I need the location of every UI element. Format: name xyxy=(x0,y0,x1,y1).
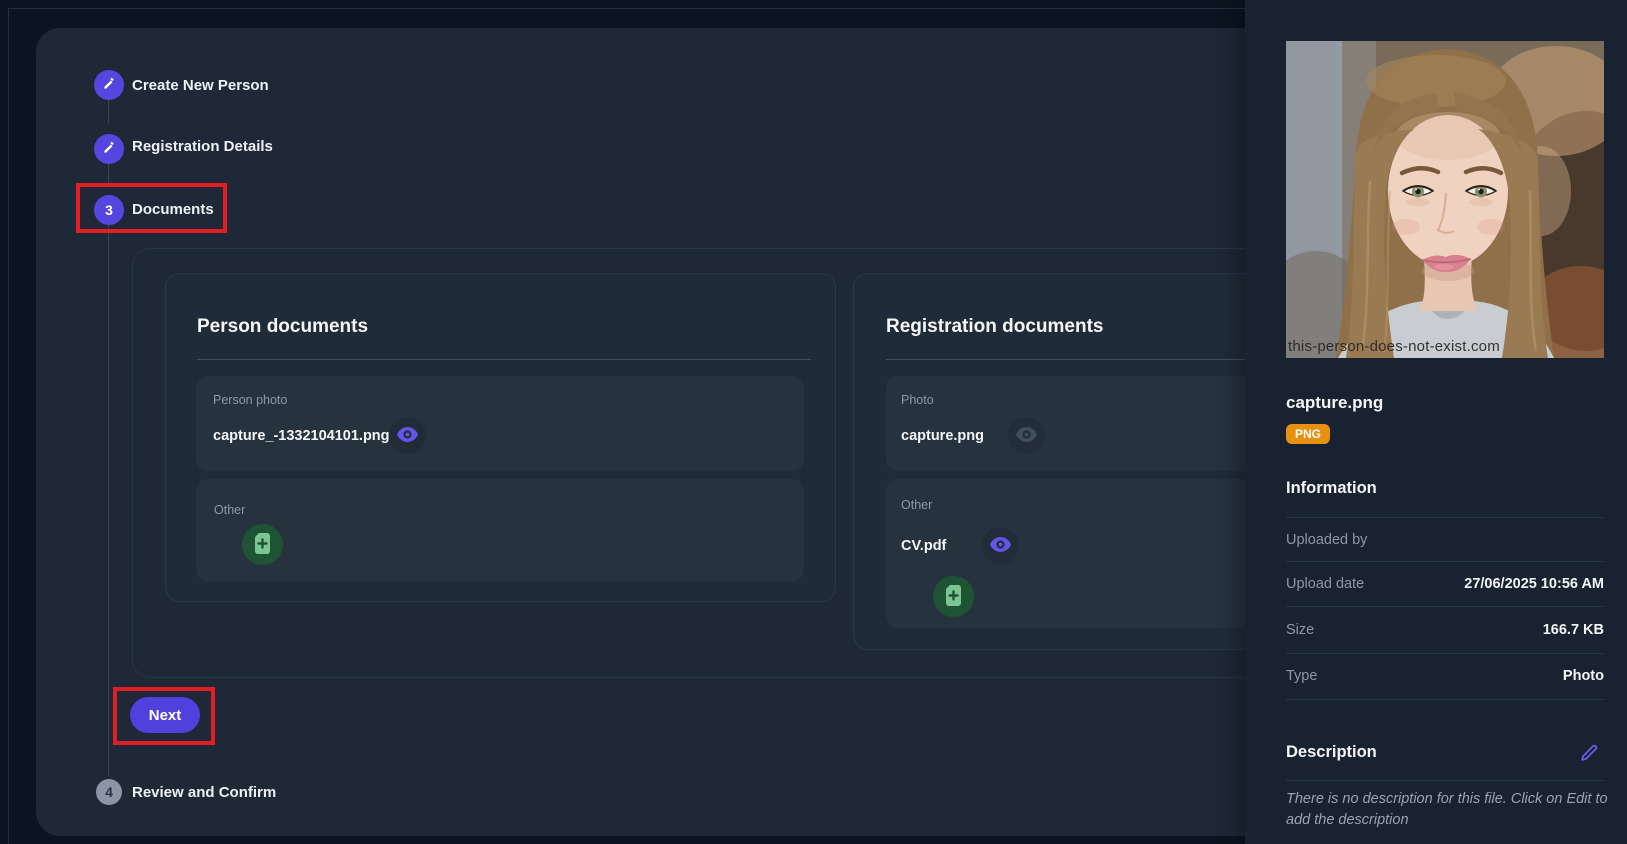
person-other-label: Other xyxy=(214,503,245,517)
step-1-circle[interactable] xyxy=(94,70,124,100)
portrait-image xyxy=(1286,41,1604,358)
info-row-upload-date: Upload date 27/06/2025 10:56 AM xyxy=(1286,562,1604,606)
registration-other-label: Other xyxy=(901,498,932,512)
description-empty-text: There is no description for this file. C… xyxy=(1286,789,1608,830)
step-connector xyxy=(108,224,109,776)
title-divider xyxy=(197,359,811,360)
eye-icon xyxy=(990,537,1011,555)
registration-documents-title: Registration documents xyxy=(886,316,1103,338)
eye-icon xyxy=(397,427,418,445)
person-photo-field: Person photo capture_-1332104101.png xyxy=(196,376,804,471)
registration-photo-filename: capture.png xyxy=(901,428,984,444)
step-4-circle[interactable]: 4 xyxy=(96,779,122,805)
info-row-type: Type Photo xyxy=(1286,654,1604,698)
view-cv-pdf-button[interactable] xyxy=(982,527,1019,564)
info-label: Uploaded by xyxy=(1286,532,1367,548)
pencil-icon xyxy=(102,76,117,94)
add-registration-other-document-button[interactable] xyxy=(933,576,974,617)
add-person-other-document-button[interactable] xyxy=(242,524,283,565)
person-other-field: Other xyxy=(196,479,804,581)
step-4-number: 4 xyxy=(105,784,113,800)
add-document-icon xyxy=(253,533,272,557)
info-value: Photo xyxy=(1563,668,1604,684)
info-label: Size xyxy=(1286,622,1314,638)
divider xyxy=(1286,780,1604,781)
info-row-size: Size 166.7 KB xyxy=(1286,608,1604,652)
edit-description-button[interactable] xyxy=(1575,742,1603,766)
info-label: Upload date xyxy=(1286,576,1364,592)
photo-watermark: this-person-does-not-exist.com xyxy=(1288,338,1500,355)
step-review-and-confirm[interactable]: Review and Confirm xyxy=(132,784,276,801)
information-heading: Information xyxy=(1286,479,1377,498)
info-value: 166.7 KB xyxy=(1543,622,1604,638)
registration-photo-label: Photo xyxy=(901,393,934,407)
add-document-icon xyxy=(944,585,963,609)
preview-filename: capture.png xyxy=(1286,393,1383,413)
annotation-box-next-button xyxy=(113,687,215,745)
preview-photo: this-person-does-not-exist.com xyxy=(1286,41,1604,358)
outer-frame-border xyxy=(8,8,9,844)
sidebar-step-create-new-person[interactable]: Create New Person xyxy=(132,77,269,94)
view-registration-photo-button-dimmed[interactable] xyxy=(1008,417,1045,454)
step-connector xyxy=(108,99,109,123)
info-value: 27/06/2025 10:56 AM xyxy=(1464,576,1604,592)
step-2-circle[interactable] xyxy=(94,134,124,164)
annotation-box-step-documents xyxy=(76,183,227,233)
divider xyxy=(1286,606,1604,607)
person-photo-label: Person photo xyxy=(213,393,287,407)
eye-icon xyxy=(1016,427,1037,445)
outer-frame-border-top xyxy=(8,8,1245,9)
app-window: Create New Person Registration Details 3… xyxy=(0,0,1627,844)
registration-other-filename: CV.pdf xyxy=(901,538,946,554)
person-documents-card: Person documents Person photo capture_-1… xyxy=(165,273,836,602)
divider xyxy=(1286,699,1604,700)
edit-description-icon xyxy=(1578,752,1600,767)
info-label: Type xyxy=(1286,668,1317,684)
step-registration-details[interactable]: Registration Details xyxy=(132,138,273,155)
file-type-badge: PNG xyxy=(1286,424,1330,444)
pencil-icon xyxy=(102,140,117,158)
view-person-photo-button[interactable] xyxy=(389,417,426,454)
file-preview-sidebar: this-person-does-not-exist.com capture.p… xyxy=(1245,0,1627,844)
description-heading: Description xyxy=(1286,743,1377,762)
info-row-uploaded-by: Uploaded by xyxy=(1286,518,1604,562)
person-documents-title: Person documents xyxy=(197,316,368,338)
person-photo-filename: capture_-1332104101.png xyxy=(213,428,390,444)
